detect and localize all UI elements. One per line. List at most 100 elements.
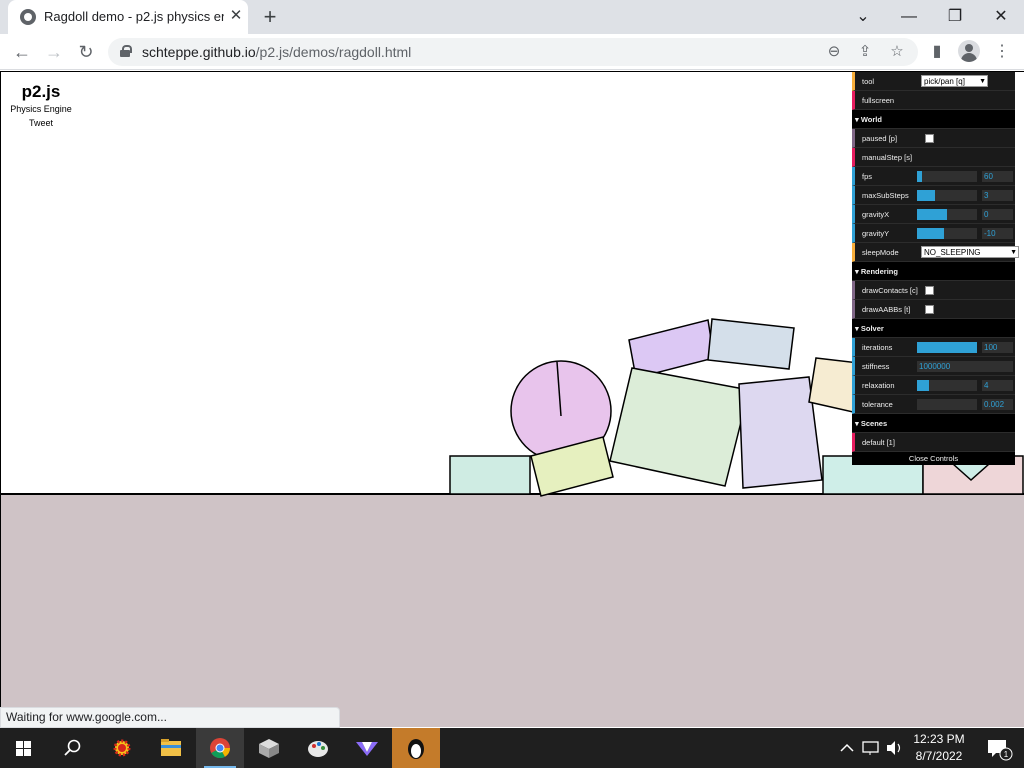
stiffness-input[interactable]: 1000000: [917, 361, 1013, 372]
box-body[interactable]: [738, 376, 823, 489]
side-panel-icon[interactable]: ▮: [924, 39, 950, 65]
drawcontacts-checkbox[interactable]: [925, 286, 934, 295]
url-text[interactable]: schteppe.github.io/p2.js/demos/ragdoll.h…: [142, 44, 411, 60]
tool-label: tool: [862, 77, 875, 86]
relaxation-input[interactable]: 4: [982, 380, 1013, 391]
folder-scenes-label: Scenes: [860, 419, 888, 428]
restore-button[interactable]: ❐: [940, 4, 970, 30]
forward-button[interactable]: →: [40, 39, 68, 65]
fps-label: fps: [862, 172, 873, 181]
taskbar-app-vectornator[interactable]: [343, 728, 391, 768]
taskbar: 12:23 PM 8/7/2022 1: [0, 728, 1024, 768]
fullscreen-label: fullscreen: [862, 96, 895, 105]
network-icon[interactable]: [860, 728, 882, 768]
iterations-input[interactable]: 100: [982, 342, 1013, 353]
gravityx-input[interactable]: 0: [982, 209, 1013, 220]
tray-overflow-chevron-icon[interactable]: [836, 728, 858, 768]
gravityy-row: gravityY -10: [852, 224, 1015, 243]
iterations-row: iterations 100: [852, 338, 1015, 357]
page-viewport[interactable]: p2.js Physics Engine Tweet tool pick/pan…: [0, 71, 1024, 727]
tweet-link[interactable]: Tweet: [1, 118, 81, 128]
taskbar-app-box[interactable]: [245, 728, 293, 768]
chrome-icon: [210, 738, 231, 759]
tool-select[interactable]: pick/pan [q] ▼: [921, 75, 988, 87]
iterations-slider[interactable]: [917, 342, 977, 353]
sleepmode-select[interactable]: NO_SLEEPING ▼: [921, 246, 1019, 258]
sun-app-icon: [113, 739, 131, 757]
reload-button[interactable]: ↻: [72, 39, 100, 65]
volume-icon[interactable]: [884, 728, 906, 768]
bookmark-star-icon[interactable]: ☆: [886, 42, 908, 62]
fps-slider-fill: [917, 171, 922, 182]
taskbar-app-sun[interactable]: [98, 728, 146, 768]
gravityy-slider[interactable]: [917, 228, 977, 239]
menu-kebab-icon[interactable]: ⋮: [989, 39, 1015, 65]
minimize-button[interactable]: —: [894, 4, 924, 30]
drawaabbs-label: drawAABBs [t]: [862, 305, 911, 314]
profile-avatar[interactable]: [958, 40, 980, 62]
gravityy-slider-fill: [917, 228, 944, 239]
taskbar-app-penguin[interactable]: [392, 728, 440, 768]
folder-rendering-title: ▾ Rendering: [855, 267, 898, 276]
taskbar-file-explorer[interactable]: [147, 728, 195, 768]
maxsubsteps-slider[interactable]: [917, 190, 977, 201]
system-clock[interactable]: 12:23 PM 8/7/2022: [908, 731, 970, 765]
paused-row: paused [p]: [852, 129, 1015, 148]
taskbar-chrome[interactable]: [196, 728, 244, 768]
address-bar[interactable]: schteppe.github.io/p2.js/demos/ragdoll.h…: [108, 38, 918, 66]
brand-subtitle: Physics Engine: [10, 104, 72, 114]
relaxation-slider-fill: [917, 380, 929, 391]
gravityx-slider[interactable]: [917, 209, 977, 220]
controls-panel: tool pick/pan [q] ▼ fullscreen ▾ World pa…: [852, 72, 1019, 465]
share-icon[interactable]: ⇪: [854, 42, 876, 62]
folder-world-title: ▾ World: [855, 115, 882, 124]
manualstep-row[interactable]: manualStep [s]: [852, 148, 1015, 167]
box-body[interactable]: [707, 318, 795, 370]
zoom-icon[interactable]: ⊖: [823, 42, 845, 62]
ground-plane: [1, 494, 1024, 727]
drawaabbs-checkbox[interactable]: [925, 305, 934, 314]
browser-tab[interactable]: Ragdoll demo - p2.js physics engine ✕: [8, 0, 248, 34]
scene-default-label: default [1]: [862, 438, 895, 447]
fps-input[interactable]: 60: [982, 171, 1013, 182]
tab-strip: Ragdoll demo - p2.js physics engine ✕ + …: [0, 0, 1024, 34]
tool-row: tool pick/pan [q] ▼: [852, 72, 1015, 91]
windows-logo-icon: [16, 741, 31, 756]
start-button[interactable]: [0, 728, 48, 768]
taskbar-app-paint[interactable]: [294, 728, 342, 768]
tab-close-icon[interactable]: ✕: [226, 6, 246, 26]
folder-scenes-title: ▾ Scenes: [855, 419, 888, 428]
fps-slider[interactable]: [917, 171, 977, 182]
tolerance-slider[interactable]: [917, 399, 977, 410]
paused-checkbox[interactable]: [925, 134, 934, 143]
close-controls-button[interactable]: Close Controls: [852, 452, 1015, 465]
lock-icon[interactable]: [120, 45, 132, 57]
search-icon: [64, 739, 81, 756]
fullscreen-row[interactable]: fullscreen: [852, 91, 1015, 110]
box-body[interactable]: [449, 455, 531, 495]
folder-scenes[interactable]: ▾ Scenes: [852, 414, 1015, 433]
notifications-button[interactable]: 1: [978, 728, 1018, 768]
folder-rendering[interactable]: ▾ Rendering: [852, 262, 1015, 281]
p2js-logo: p2.js Physics Engine Tweet: [1, 82, 81, 128]
chevron-up-icon: [840, 743, 854, 752]
close-window-button[interactable]: ✕: [986, 4, 1016, 30]
maxsubsteps-input[interactable]: 3: [982, 190, 1013, 201]
brand-title[interactable]: p2.js: [1, 82, 81, 102]
box-body[interactable]: [609, 367, 750, 487]
tolerance-row: tolerance 0.002: [852, 395, 1015, 414]
folder-world[interactable]: ▾ World: [852, 110, 1015, 129]
sleepmode-row: sleepMode NO_SLEEPING ▼: [852, 243, 1019, 262]
folder-solver[interactable]: ▾ Solver: [852, 319, 1015, 338]
browser-toolbar: ← → ↻ schteppe.github.io/p2.js/demos/rag…: [0, 34, 1024, 70]
back-button[interactable]: ←: [8, 39, 36, 65]
tab-search-chevron-icon[interactable]: ⌄: [848, 4, 878, 30]
penguin-icon: [408, 739, 424, 759]
sleepmode-label: sleepMode: [862, 248, 899, 257]
search-button[interactable]: [48, 728, 96, 768]
gravityy-input[interactable]: -10: [982, 228, 1013, 239]
new-tab-button[interactable]: +: [257, 5, 283, 29]
scene-default-row[interactable]: default [1]: [852, 433, 1015, 452]
tolerance-input[interactable]: 0.002: [982, 399, 1013, 410]
relaxation-slider[interactable]: [917, 380, 977, 391]
